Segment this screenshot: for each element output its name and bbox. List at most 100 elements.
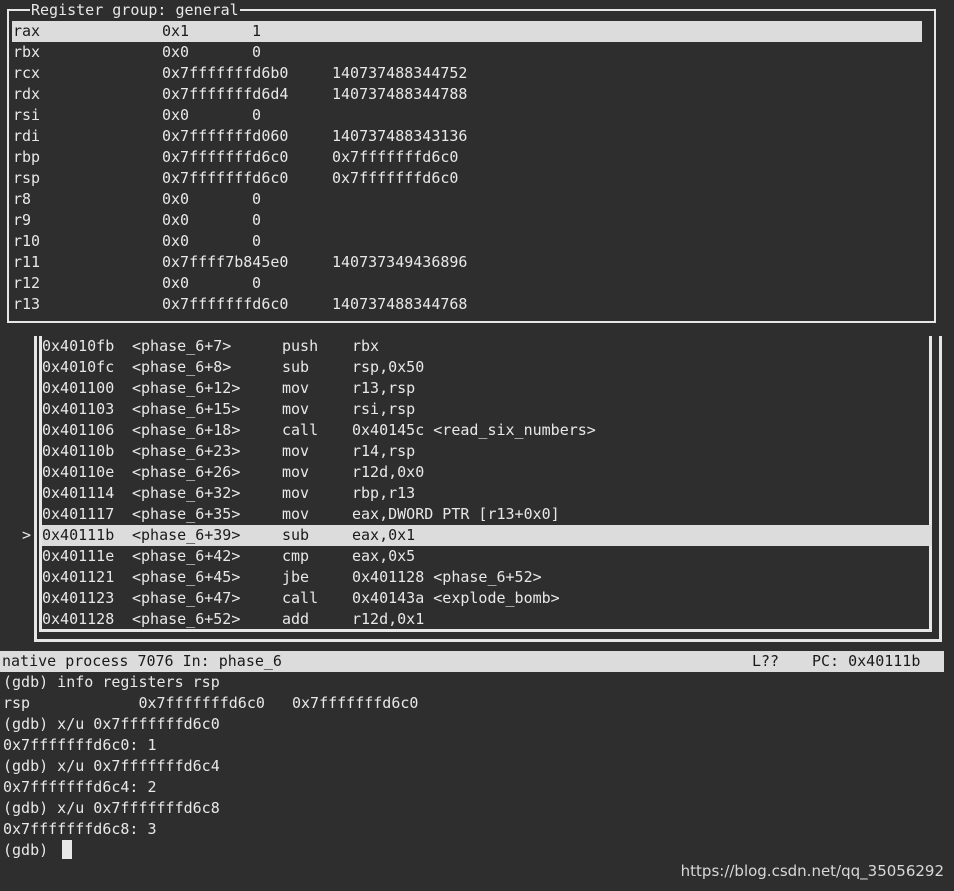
instruction-symbol: <phase_6+7> bbox=[132, 337, 232, 355]
instruction-symbol: <phase_6+18> bbox=[132, 421, 241, 439]
console-line: (gdb) bbox=[3, 841, 58, 859]
instruction-opcode: jbe bbox=[282, 568, 310, 586]
register-hex-value: 0x7ffff7b845e0 bbox=[162, 253, 289, 271]
register-row-r10[interactable]: r10 0x0 0 bbox=[12, 231, 922, 252]
process-status: native process 7076 In: phase_6 bbox=[2, 652, 282, 670]
register-name: r11 bbox=[13, 253, 41, 271]
console-line: (gdb) info registers rsp bbox=[3, 673, 220, 691]
asm-line[interactable]: 0x401117 <phase_6+35> mov eax,DWORD PTR [r1… bbox=[42, 504, 932, 525]
register-row-rbp[interactable]: rbp 0x7fffffffd6c0 0x7fffffffd6c0 bbox=[12, 147, 922, 168]
console-line: rsp 0x7fffffffd6c0 0x7fffffffd6c0 bbox=[3, 694, 419, 712]
register-natural-value: 0x7fffffffd6c0 bbox=[332, 169, 459, 187]
instruction-address: 0x401117 bbox=[42, 505, 115, 523]
instruction-opcode: sub bbox=[282, 526, 310, 544]
register-name: r12 bbox=[13, 274, 41, 292]
register-hex-value: 0x7fffffffd6c0 bbox=[162, 295, 289, 313]
register-natural-value: 1 bbox=[252, 22, 262, 40]
asm-line[interactable]: 0x4010fb <phase_6+7> push rbx bbox=[42, 336, 932, 357]
instruction-opcode: call bbox=[282, 589, 319, 607]
line-indicator: L?? bbox=[752, 652, 780, 670]
instruction-operands: rsi,rsp bbox=[352, 400, 416, 418]
instruction-address: 0x401123 bbox=[42, 589, 115, 607]
register-hex-value: 0x7fffffffd6c0 bbox=[162, 169, 289, 187]
asm-line[interactable]: 0x40110e <phase_6+26> mov r12d,0x0 bbox=[42, 462, 932, 483]
instruction-symbol: <phase_6+15> bbox=[132, 400, 241, 418]
register-name: rdx bbox=[13, 85, 41, 103]
register-row-r9[interactable]: r9 0x0 0 bbox=[12, 210, 922, 231]
register-natural-value: 140737488344768 bbox=[332, 295, 468, 313]
register-row-r11[interactable]: r11 0x7ffff7b845e0 140737349436896 bbox=[12, 252, 922, 273]
register-row-rax[interactable]: rax 0x1 1 bbox=[12, 21, 922, 42]
instruction-operands: 0x40143a <explode_bomb> bbox=[352, 589, 560, 607]
register-natural-value: 0 bbox=[252, 274, 262, 292]
register-name: r10 bbox=[13, 232, 41, 250]
instruction-address: 0x401128 bbox=[42, 610, 115, 628]
register-name: rdi bbox=[13, 127, 41, 145]
asm-line[interactable]: 0x401114 <phase_6+32> mov rbp,r13 bbox=[42, 483, 932, 504]
console-line: (gdb) x/u 0x7fffffffd6c0 bbox=[3, 715, 220, 733]
register-row-r8[interactable]: r8 0x0 0 bbox=[12, 189, 922, 210]
asm-line[interactable]: 0x401103 <phase_6+15> mov rsi,rsp bbox=[42, 399, 932, 420]
instruction-operands: rsp,0x50 bbox=[352, 358, 425, 376]
register-natural-value: 140737488343136 bbox=[332, 127, 468, 145]
register-natural-value: 0 bbox=[252, 190, 262, 208]
asm-line[interactable]: 0x4010fc <phase_6+8> sub rsp,0x50 bbox=[42, 357, 932, 378]
register-name: rax bbox=[13, 22, 41, 40]
register-name: r8 bbox=[13, 190, 32, 208]
asm-line[interactable]: 0x401100 <phase_6+12> mov r13,rsp bbox=[42, 378, 932, 399]
instruction-opcode: add bbox=[282, 610, 310, 628]
register-row-rcx[interactable]: rcx 0x7fffffffd6b0 140737488344752 bbox=[12, 63, 922, 84]
register-natural-value: 0 bbox=[252, 232, 262, 250]
instruction-symbol: <phase_6+12> bbox=[132, 379, 241, 397]
asm-line[interactable]: 0x40110b <phase_6+23> mov r14,rsp bbox=[42, 441, 932, 462]
instruction-address: 0x4010fc bbox=[42, 358, 115, 376]
instruction-symbol: <phase_6+52> bbox=[132, 610, 241, 628]
instruction-address: 0x4010fb bbox=[42, 337, 115, 355]
register-name: rsi bbox=[13, 106, 41, 124]
asm-line[interactable]: 0x40111e <phase_6+42> cmp eax,0x5 bbox=[42, 546, 932, 567]
register-natural-value: 0 bbox=[252, 211, 262, 229]
asm-line[interactable]: 0x401121 <phase_6+45> jbe 0x401128 <phase_6… bbox=[42, 567, 932, 588]
instruction-symbol: <phase_6+39> bbox=[132, 526, 241, 544]
register-natural-value: 140737349436896 bbox=[332, 253, 468, 271]
instruction-address: 0x401121 bbox=[42, 568, 115, 586]
register-hex-value: 0x7fffffffd6d4 bbox=[162, 85, 289, 103]
register-row-r12[interactable]: r12 0x0 0 bbox=[12, 273, 922, 294]
register-hex-value: 0x0 bbox=[162, 211, 190, 229]
register-hex-value: 0x7fffffffd6c0 bbox=[162, 148, 289, 166]
instruction-address: 0x40110b bbox=[42, 442, 115, 460]
instruction-opcode: mov bbox=[282, 484, 310, 502]
current-instruction-marker: > bbox=[22, 526, 32, 544]
asm-line[interactable]: 0x40111b <phase_6+39> sub eax,0x1 bbox=[42, 525, 932, 546]
register-name: rcx bbox=[13, 64, 41, 82]
watermark: https://blog.csdn.net/qq_35056292 bbox=[680, 862, 944, 880]
console-line: 0x7fffffffd6c8: 3 bbox=[3, 820, 157, 838]
instruction-operands: eax,0x5 bbox=[352, 547, 416, 565]
instruction-operands: eax,DWORD PTR [r13+0x0] bbox=[352, 505, 560, 523]
instruction-opcode: push bbox=[282, 337, 319, 355]
instruction-operands: eax,0x1 bbox=[352, 526, 416, 544]
instruction-address: 0x40111b bbox=[42, 526, 115, 544]
register-row-rbx[interactable]: rbx 0x0 0 bbox=[12, 42, 922, 63]
pc-indicator: PC: 0x40111b bbox=[812, 652, 921, 670]
register-natural-value: 0x7fffffffd6c0 bbox=[332, 148, 459, 166]
asm-line[interactable]: 0x401123 <phase_6+47> call 0x40143a <explod… bbox=[42, 588, 932, 609]
instruction-symbol: <phase_6+47> bbox=[132, 589, 241, 607]
status-bar: native process 7076 In: phase_6 L?? PC: … bbox=[0, 651, 944, 672]
register-row-rdx[interactable]: rdx 0x7fffffffd6d4 140737488344788 bbox=[12, 84, 922, 105]
instruction-opcode: cmp bbox=[282, 547, 310, 565]
register-natural-value: 140737488344752 bbox=[332, 64, 468, 82]
register-name: rbp bbox=[13, 148, 41, 166]
instruction-operands: r12d,0x1 bbox=[352, 610, 425, 628]
register-hex-value: 0x0 bbox=[162, 43, 190, 61]
asm-line[interactable]: 0x401106 <phase_6+18> call 0x40145c <read_s… bbox=[42, 420, 932, 441]
register-row-rsi[interactable]: rsi 0x0 0 bbox=[12, 105, 922, 126]
register-row-rsp[interactable]: rsp 0x7fffffffd6c0 0x7fffffffd6c0 bbox=[12, 168, 922, 189]
register-row-rdi[interactable]: rdi 0x7fffffffd060 140737488343136 bbox=[12, 126, 922, 147]
register-row-r13[interactable]: r13 0x7fffffffd6c0 140737488344768 bbox=[12, 294, 922, 315]
instruction-address: 0x401106 bbox=[42, 421, 115, 439]
instruction-address: 0x401100 bbox=[42, 379, 115, 397]
instruction-operands: r14,rsp bbox=[352, 442, 416, 460]
instruction-operands: rbx bbox=[352, 337, 380, 355]
asm-line[interactable]: 0x401128 <phase_6+52> add r12d,0x1 bbox=[42, 609, 932, 630]
